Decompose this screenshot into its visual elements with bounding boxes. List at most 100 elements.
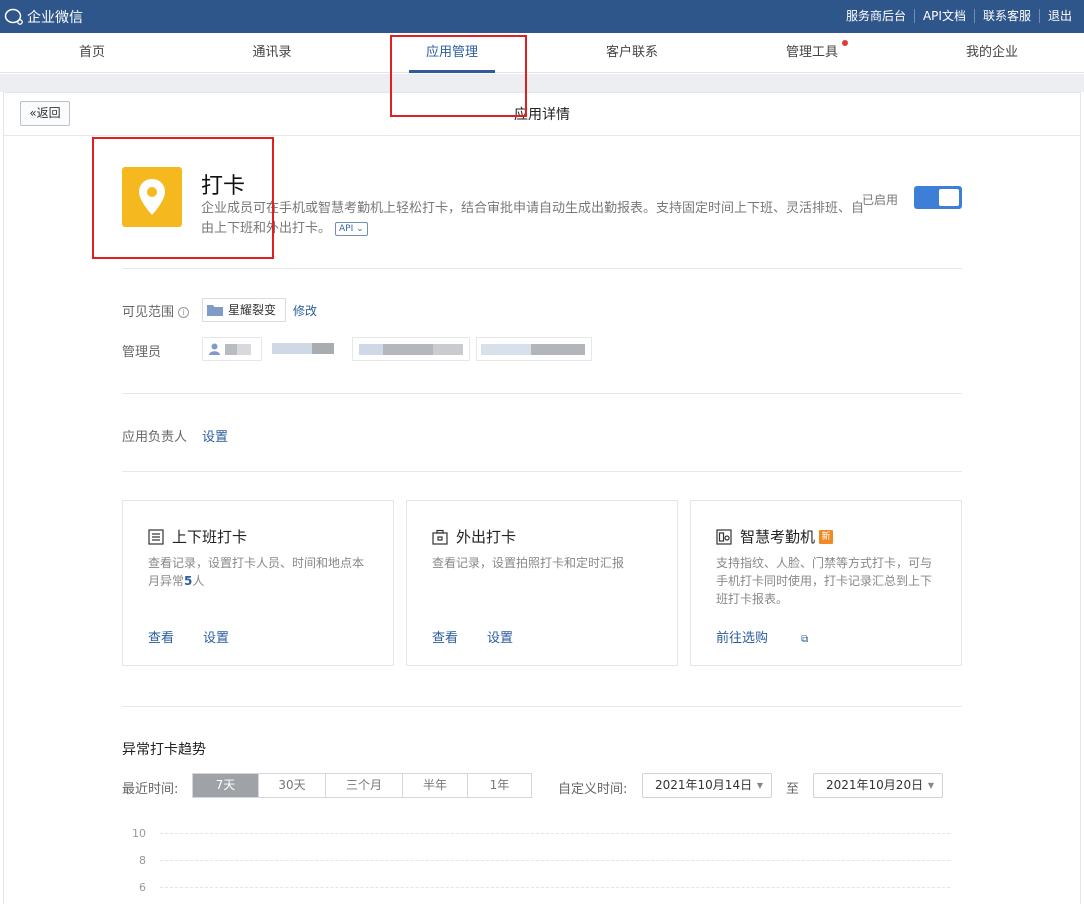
divider	[122, 268, 962, 269]
start-date-value: 2021年10月14日	[655, 778, 753, 792]
custom-time-label: 自定义时间:	[558, 782, 628, 797]
redacted-name	[359, 344, 383, 355]
nav-item-home[interactable]: 首页	[2, 33, 182, 73]
divider	[122, 706, 962, 707]
period-3m-button[interactable]: 三个月	[325, 774, 402, 797]
api-tag-label: API	[339, 224, 354, 234]
notification-dot	[842, 40, 848, 46]
period-1y-button[interactable]: 1年	[467, 774, 531, 797]
api-tag-button[interactable]: API ⌄	[335, 222, 368, 236]
api-docs-link[interactable]: API文档	[913, 9, 974, 23]
nav-item-contacts[interactable]: 通讯录	[182, 33, 362, 73]
period-30d-button[interactable]: 30天	[258, 774, 325, 797]
feature-card-outside: 外出打卡 查看记录，设置拍照打卡和定时汇报 查看 设置	[406, 500, 678, 666]
owner-label: 应用负责人	[122, 430, 188, 445]
info-icon[interactable]: i	[178, 307, 190, 318]
view-link[interactable]: 查看	[432, 627, 458, 646]
buy-link-label: 前往选购	[716, 631, 769, 646]
wecom-logo-icon	[4, 8, 23, 25]
toggle-knob	[939, 189, 959, 206]
service-provider-link[interactable]: 服务商后台	[838, 9, 914, 23]
end-date-value: 2021年10月20日	[826, 778, 924, 792]
visibility-label: 可见范围 i	[122, 301, 190, 320]
nav-item-customer-contact[interactable]: 客户联系	[542, 33, 722, 73]
new-badge: 新	[819, 529, 834, 544]
department-name: 星耀裂变	[228, 303, 277, 317]
enabled-status-label: 已启用	[862, 193, 899, 207]
caret-down-icon: ▼	[756, 781, 763, 790]
period-selector: 7天 30天 三个月 半年 1年	[192, 773, 532, 798]
view-link[interactable]: 查看	[148, 627, 174, 646]
feature-title-text: 外出打卡	[456, 528, 517, 546]
redacted-name	[481, 344, 531, 355]
top-bar: 企业微信 服务商后台 API文档 联系客服 退出	[0, 0, 1084, 33]
redacted-name	[531, 344, 585, 355]
y-tick-label: 6	[139, 881, 146, 894]
settings-link[interactable]: 设置	[487, 627, 513, 646]
y-tick-label: 10	[132, 827, 146, 840]
set-owner-link[interactable]: 设置	[202, 426, 228, 445]
redacted-name	[383, 344, 433, 355]
admin-chip[interactable]	[202, 337, 262, 361]
page-title: 应用详情	[514, 107, 570, 123]
admin-chip[interactable]	[352, 337, 470, 361]
annotation-highlight	[92, 137, 274, 259]
annotation-highlight	[390, 35, 527, 117]
redacted-name	[272, 343, 312, 354]
page-gutter	[0, 74, 1084, 92]
nav-item-management-tools[interactable]: 管理工具	[722, 33, 902, 73]
department-chip: 星耀裂变	[202, 298, 287, 322]
redacted-name	[433, 344, 463, 355]
feature-desc-text: 查看记录，设置打卡人员、时间和地点本月异常	[148, 556, 365, 588]
feature-description: 支持指纹、人脸、门禁等方式打卡，可与手机打卡同时使用，打卡记录汇总到上下班打卡报…	[716, 556, 933, 606]
brand-name: 企业微信	[27, 10, 83, 26]
feature-links: 前往选购 ⧉	[716, 627, 866, 646]
grid-line	[160, 887, 950, 888]
admin-chip[interactable]	[476, 337, 592, 361]
redacted-name	[237, 344, 251, 355]
device-icon	[716, 528, 732, 545]
chevron-down-icon: ⌄	[353, 224, 364, 234]
feature-links: 查看 设置	[432, 627, 542, 646]
feature-title: 上下班打卡	[148, 526, 247, 547]
brand-logo[interactable]: 企业微信	[4, 7, 83, 27]
caret-down-icon: ▼	[927, 781, 934, 790]
folder-icon	[207, 305, 223, 316]
grid-line	[160, 833, 950, 834]
feature-description: 查看记录，设置打卡人员、时间和地点本月异常5人	[148, 554, 373, 590]
period-7d-button[interactable]: 7天	[193, 774, 258, 797]
nav-item-my-enterprise[interactable]: 我的企业	[902, 33, 1082, 73]
divider	[122, 393, 962, 394]
admin-chip[interactable]	[266, 337, 344, 361]
to-label: 至	[786, 782, 800, 797]
feature-links: 查看 设置	[148, 627, 258, 646]
feature-title: 外出打卡	[432, 526, 516, 547]
feature-desc-suffix: 人	[192, 574, 205, 588]
main-nav: 首页 通讯录 应用管理 客户联系 管理工具 我的企业	[0, 33, 1084, 73]
logout-link[interactable]: 退出	[1038, 9, 1080, 23]
settings-link[interactable]: 设置	[203, 627, 229, 646]
feature-card-attendance-machine: 智慧考勤机新 支持指纹、人脸、门禁等方式打卡，可与手机打卡同时使用，打卡记录汇总…	[690, 500, 962, 666]
list-icon	[148, 528, 164, 545]
divider	[122, 471, 962, 472]
trend-title: 异常打卡趋势	[122, 742, 206, 758]
visibility-label-text: 可见范围	[122, 305, 175, 320]
top-links: 服务商后台 API文档 联系客服 退出	[838, 9, 1080, 23]
edit-visibility-link[interactable]: 修改	[293, 302, 317, 319]
feature-description: 查看记录，设置拍照打卡和定时汇报	[432, 556, 625, 570]
contact-support-link[interactable]: 联系客服	[973, 9, 1039, 23]
app-description: 企业成员可在手机或智慧考勤机上轻松打卡，结合审批申请自动生成出勤报表。支持固定时…	[201, 199, 866, 239]
period-6m-button[interactable]: 半年	[402, 774, 467, 797]
buy-link[interactable]: 前往选购 ⧉	[716, 627, 837, 646]
feature-card-checkin: 上下班打卡 查看记录，设置打卡人员、时间和地点本月异常5人 查看 设置	[122, 500, 394, 666]
grid-line	[160, 860, 950, 861]
feature-title-text: 上下班打卡	[172, 528, 248, 546]
enable-toggle[interactable]	[914, 186, 962, 209]
feature-title-text: 智慧考勤机	[740, 528, 816, 546]
external-link-icon: ⧉	[801, 634, 809, 645]
user-icon	[209, 343, 220, 355]
start-date-select[interactable]: 2021年10月14日 ▼	[642, 773, 772, 798]
redacted-name	[225, 344, 237, 355]
admins-label: 管理员	[122, 345, 162, 360]
end-date-select[interactable]: 2021年10月20日 ▼	[813, 773, 943, 798]
